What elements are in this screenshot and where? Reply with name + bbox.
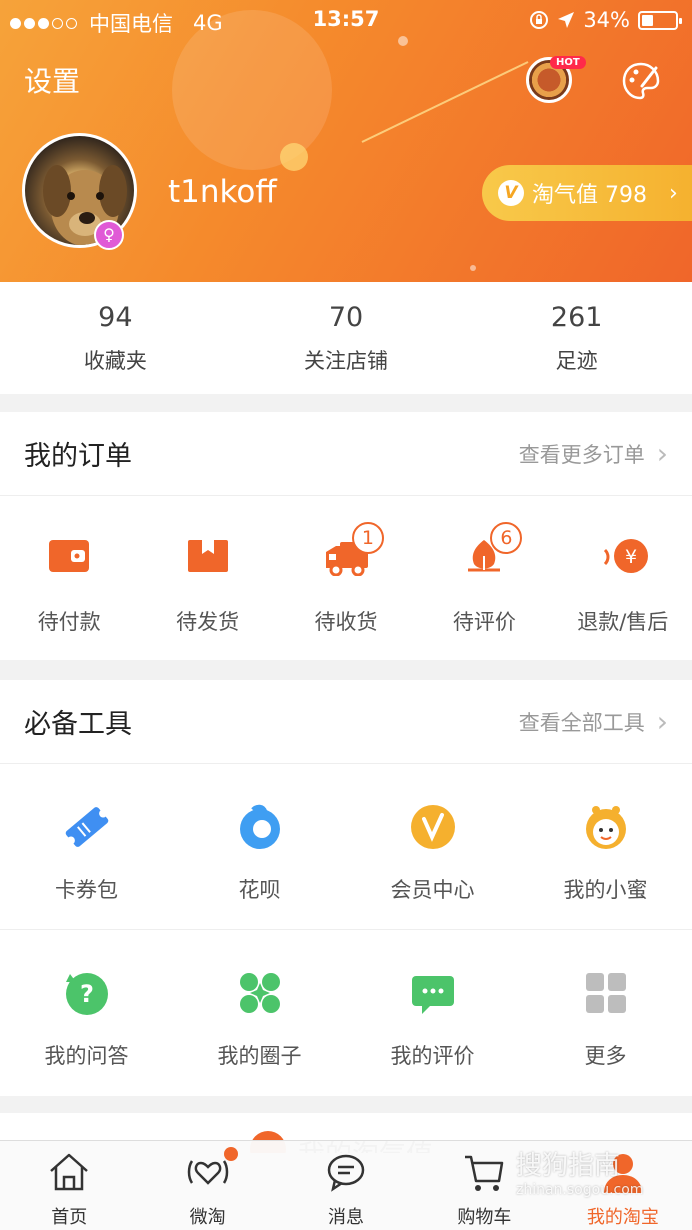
- stat-followed-shops[interactable]: 70 关注店铺: [231, 282, 462, 394]
- hot-activity-button[interactable]: HOT: [526, 56, 586, 105]
- profile-icon: [603, 1154, 642, 1193]
- order-refund[interactable]: ¥ 退款/售后: [554, 496, 692, 662]
- tool-coupons[interactable]: 卡券包: [0, 764, 173, 929]
- view-all-orders-link[interactable]: 查看更多订单 ›: [519, 437, 668, 470]
- stats-bar: 94 收藏夹 70 关注店铺 261 足迹: [0, 282, 692, 394]
- tool-label: 我的评价: [390, 1044, 475, 1068]
- order-pending-receipt[interactable]: 1 待收货: [277, 496, 415, 662]
- stat-value: 94: [98, 302, 133, 333]
- package-icon: [187, 540, 228, 572]
- tab-home[interactable]: 首页: [0, 1141, 138, 1230]
- wallet-icon: [49, 540, 90, 572]
- order-pending-payment[interactable]: 待付款: [0, 496, 138, 662]
- tab-messages[interactable]: 消息: [277, 1141, 415, 1230]
- tool-label: 更多: [584, 1044, 627, 1068]
- notification-dot: [224, 1147, 238, 1161]
- vip-icon: [410, 805, 455, 849]
- tool-label: 我的小蜜: [563, 878, 648, 902]
- svg-text:¥: ¥: [625, 546, 637, 568]
- vip-v-icon: V: [498, 180, 524, 206]
- tool-more[interactable]: 更多: [519, 930, 692, 1096]
- username[interactable]: t1nkoff: [168, 174, 277, 210]
- chevron-right-icon: ›: [669, 180, 678, 206]
- huabei-icon: [239, 804, 280, 849]
- order-label: 待收货: [314, 610, 378, 634]
- rotation-lock-icon: [530, 11, 549, 29]
- message-icon: [327, 1154, 365, 1192]
- tools-card: 必备工具 查看全部工具 › 卡券包 花呗 会员中心 我的小蜜 ? 我的问答 我的…: [0, 680, 692, 1096]
- comment-icon: [411, 976, 454, 1014]
- tool-huabei[interactable]: 花呗: [173, 764, 346, 929]
- order-pending-review[interactable]: 6 待评价: [415, 496, 553, 662]
- settings-button[interactable]: 设置: [24, 60, 80, 100]
- stat-favorites[interactable]: 94 收藏夹: [0, 282, 231, 394]
- tab-weitao[interactable]: 微淘: [138, 1141, 276, 1230]
- stat-label: 足迹: [555, 349, 598, 373]
- question-icon: ?: [65, 973, 108, 1015]
- tab-my-taobao[interactable]: 我的淘宝: [554, 1141, 692, 1230]
- assistant-icon: [585, 806, 626, 849]
- tab-label: 我的淘宝: [586, 1207, 659, 1228]
- palette-icon[interactable]: [620, 60, 662, 102]
- decorative-planet-small: [280, 143, 308, 171]
- order-count-badge: 1: [351, 522, 384, 554]
- stat-label: 收藏夹: [83, 349, 147, 373]
- tool-label: 我的圈子: [217, 1044, 302, 1068]
- profile-header: 中国电信 4G 13:57 34% 设置 HOT ♀ t1nkoff V 淘气值…: [0, 0, 692, 282]
- stat-value: 70: [328, 302, 364, 333]
- tool-circles[interactable]: 我的圈子: [173, 930, 346, 1096]
- tab-label: 购物车: [457, 1207, 512, 1228]
- order-label: 待发货: [176, 610, 240, 634]
- order-label: 待付款: [37, 610, 101, 634]
- view-all-tools-label: 查看全部工具: [518, 710, 645, 735]
- taoqi-value-button[interactable]: V 淘气值 798 ›: [482, 165, 692, 221]
- decorative-star: [470, 265, 476, 271]
- battery-icon: [638, 10, 682, 30]
- decorative-comet: [361, 61, 529, 143]
- tool-label: 花呗: [238, 878, 281, 902]
- orders-title: 我的订单: [24, 441, 132, 472]
- orders-card: 我的订单 查看更多订单 › 待付款 待发货 1 待收货 6 待评价 ¥ 退款/售…: [0, 412, 692, 660]
- more-grid-icon: [585, 973, 626, 1013]
- female-icon: ♀: [94, 220, 124, 250]
- order-label: 退款/售后: [577, 610, 669, 634]
- coupon-icon: [65, 807, 108, 847]
- tool-label: 会员中心: [390, 878, 475, 902]
- stat-label: 关注店铺: [304, 349, 388, 373]
- tool-assistant[interactable]: 我的小蜜: [519, 764, 692, 929]
- battery-percent: 34%: [583, 8, 630, 32]
- order-label: 待评价: [452, 610, 516, 634]
- order-count-badge: 6: [490, 522, 523, 554]
- tool-vip-center[interactable]: 会员中心: [346, 764, 519, 929]
- tool-label: 卡券包: [55, 878, 118, 902]
- tab-cart[interactable]: 购物车: [415, 1141, 553, 1230]
- tab-label: 消息: [328, 1207, 365, 1228]
- tab-label: 首页: [51, 1207, 88, 1228]
- bottom-tab-bar: 首页 微淘 消息 购物车 我的淘宝: [0, 1140, 692, 1230]
- hot-badge: HOT: [550, 56, 586, 69]
- chevron-right-icon: ›: [656, 705, 668, 738]
- view-all-tools-link[interactable]: 查看全部工具 ›: [519, 705, 668, 738]
- refund-icon: ¥: [603, 539, 648, 573]
- tools-title: 必备工具: [24, 709, 132, 740]
- location-icon: [558, 12, 575, 28]
- chevron-right-icon: ›: [656, 437, 668, 470]
- taoqi-value-label: 淘气值 798: [532, 183, 647, 208]
- status-bar: 中国电信 4G 13:57 34%: [0, 0, 692, 40]
- circle-icon: [239, 973, 280, 1013]
- home-icon: [50, 1153, 89, 1191]
- order-pending-shipment[interactable]: 待发货: [138, 496, 276, 662]
- tool-label: 我的问答: [44, 1044, 129, 1068]
- cart-icon: [465, 1155, 504, 1191]
- stat-footprints[interactable]: 261 足迹: [461, 282, 692, 394]
- view-all-orders-label: 查看更多订单: [518, 442, 645, 467]
- svg-text:?: ?: [80, 980, 94, 1008]
- tool-qa[interactable]: ? 我的问答: [0, 930, 173, 1096]
- stat-value: 261: [550, 302, 603, 333]
- tool-my-reviews[interactable]: 我的评价: [346, 930, 519, 1096]
- tab-label: 微淘: [189, 1207, 226, 1228]
